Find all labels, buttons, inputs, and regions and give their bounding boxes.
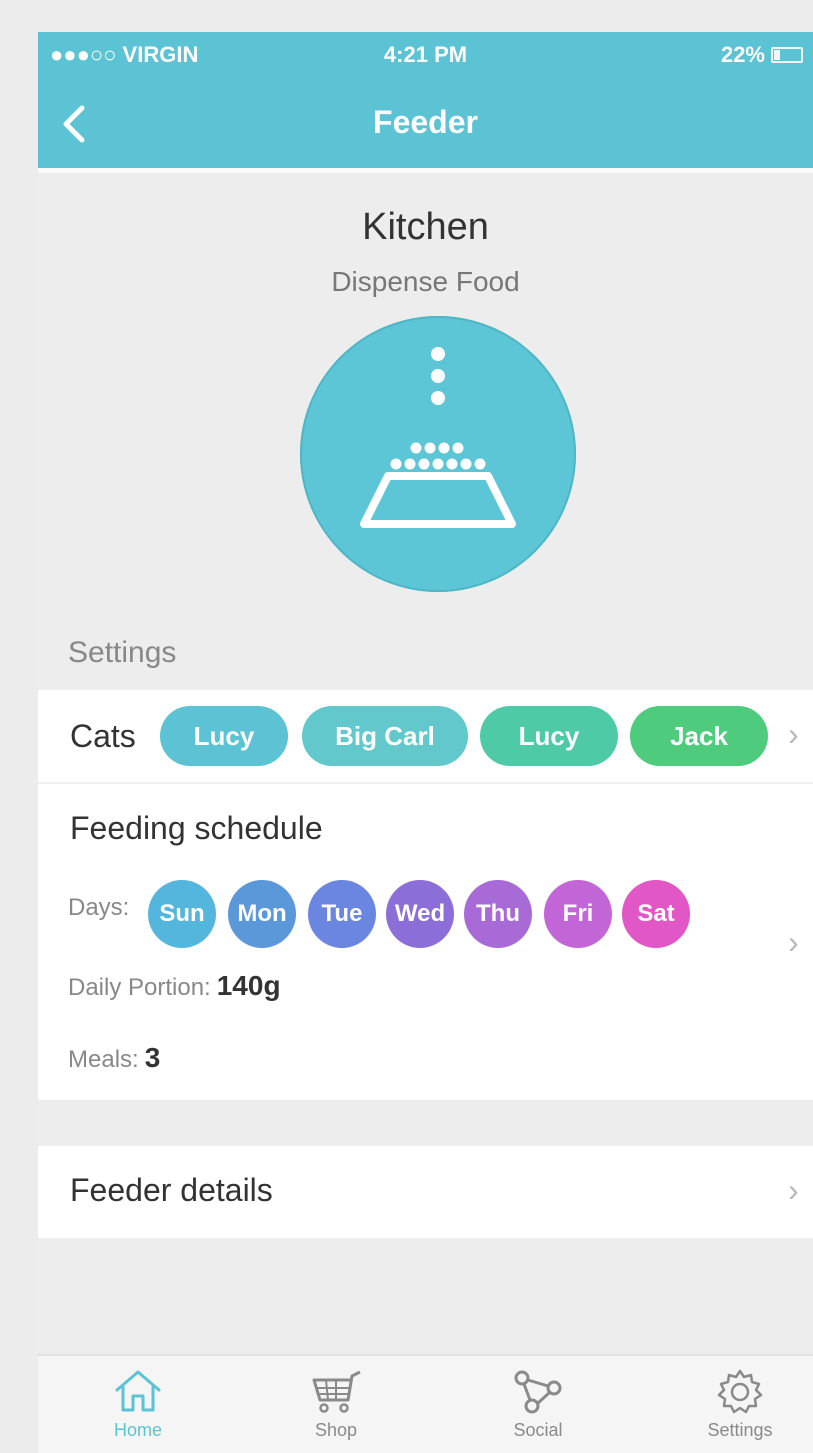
feeder-details-row[interactable]: Feeder details › <box>38 1146 813 1238</box>
battery-percent: 22% <box>720 42 765 67</box>
chevron-right-icon: › <box>788 924 799 960</box>
tab-settings[interactable]: Settings <box>660 1368 813 1441</box>
day-thu: Thu <box>464 880 532 948</box>
status-time: 4:21 PM <box>383 42 468 67</box>
gear-icon <box>717 1369 763 1414</box>
cat-pill-big-carl[interactable]: Big Carl <box>302 706 468 766</box>
cart-icon <box>312 1370 361 1413</box>
cats-divider <box>38 782 813 784</box>
day-sat: Sat <box>622 880 690 948</box>
battery-indicator: 22% <box>721 42 803 68</box>
tab-social-label: Social <box>513 1420 563 1440</box>
cats-row[interactable]: Cats Lucy Big Carl Lucy Jack › <box>38 690 813 782</box>
app-screen: ●●●○○ VIRGIN 4:21 PM 22% Feeder Kitchen … <box>38 0 813 1453</box>
daily-portion: Daily Portion: 140g <box>68 970 281 1002</box>
nav-title: Feeder <box>373 104 478 140</box>
device-name: Kitchen <box>362 206 489 248</box>
meals-value: 3 <box>144 1042 161 1073</box>
cat-pill-lucy[interactable]: Lucy <box>160 706 288 766</box>
tab-home[interactable]: Home <box>58 1368 218 1441</box>
tab-shop[interactable]: Shop <box>256 1368 416 1441</box>
daily-portion-value: 140g <box>216 970 281 1001</box>
cat-pill-jack[interactable]: Jack <box>630 706 768 766</box>
day-mon: Mon <box>228 880 296 948</box>
chevron-right-icon: › <box>788 1172 799 1208</box>
food-bowl-icon <box>360 347 516 528</box>
tab-bar: Home Shop Social Settings <box>38 1354 813 1453</box>
settings-card: Cats Lucy Big Carl Lucy Jack › Feeding s… <box>38 690 813 1100</box>
tab-shop-label: Shop <box>314 1420 358 1440</box>
cat-pill-lucy-2[interactable]: Lucy <box>480 706 618 766</box>
header-divider <box>38 168 813 173</box>
top-gap <box>38 0 813 32</box>
day-wed: Wed <box>386 880 454 948</box>
feeding-schedule-title: Feeding schedule <box>70 810 323 846</box>
meals: Meals: 3 <box>68 1042 160 1074</box>
cats-label: Cats <box>70 718 136 754</box>
meals-label: Meals: <box>68 1046 139 1073</box>
settings-section-label: Settings <box>68 636 177 669</box>
tab-settings-label: Settings <box>707 1420 773 1440</box>
status-bar: ●●●○○ VIRGIN 4:21 PM 22% <box>38 42 813 68</box>
dispense-label: Dispense Food <box>331 266 520 297</box>
chevron-right-icon: › <box>788 716 799 752</box>
battery-icon <box>771 47 803 63</box>
home-icon <box>115 1370 161 1412</box>
header-bar: ●●●○○ VIRGIN 4:21 PM 22% Feeder <box>38 32 813 168</box>
social-icon <box>514 1370 562 1414</box>
tab-home-label: Home <box>113 1420 162 1440</box>
daily-portion-label: Daily Portion: <box>68 974 211 1001</box>
day-fri: Fri <box>544 880 612 948</box>
tab-social[interactable]: Social <box>458 1368 618 1441</box>
day-sun: Sun <box>148 880 216 948</box>
days-label: Days: <box>68 894 130 921</box>
dispense-food-button[interactable] <box>300 316 576 592</box>
day-tue: Tue <box>308 880 376 948</box>
feeder-details-label: Feeder details <box>70 1172 273 1208</box>
